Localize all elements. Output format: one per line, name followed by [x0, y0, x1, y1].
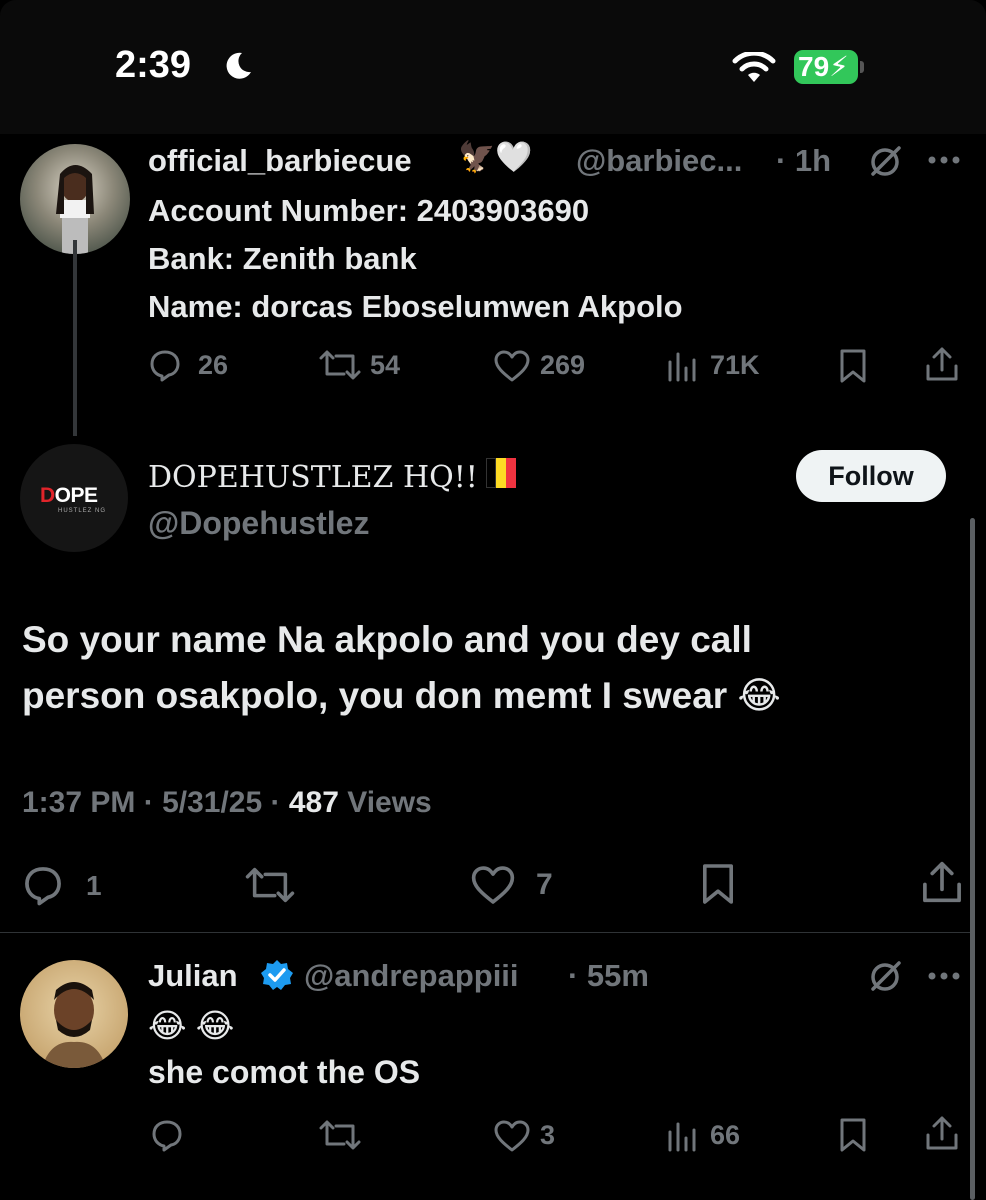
battery-indicator: 79⚡ [794, 50, 858, 84]
reply-button[interactable] [22, 864, 64, 906]
main-avatar[interactable]: DOPE HUSTLEZ NG [20, 444, 128, 552]
views-count: 71K [710, 350, 760, 380]
views-count: 66 [710, 1120, 741, 1150]
post-date[interactable]: 5/31/25 [162, 786, 262, 819]
reply-text-line2: she comot the OS [148, 1054, 421, 1090]
parent-avatar[interactable] [20, 144, 130, 254]
reply-avatar[interactable] [20, 960, 128, 1068]
like-count: 7 [536, 868, 553, 901]
repost-button[interactable] [318, 1118, 362, 1152]
main-display-name[interactable]: DOPEHUSTLEZ HQ!! [148, 460, 478, 495]
reply-button[interactable] [148, 348, 182, 382]
main-post-text-line1: So your name Na akpolo and you dey call [22, 619, 752, 660]
moon-icon [222, 50, 254, 82]
reply-handle[interactable]: @andrepappiii [304, 958, 519, 994]
more-options-icon[interactable] [927, 155, 961, 165]
views-icon[interactable] [666, 350, 696, 382]
reply-count: 1 [86, 870, 102, 901]
repost-button[interactable] [318, 348, 362, 382]
grok-icon[interactable] [866, 143, 904, 181]
bookmark-icon[interactable] [838, 1117, 868, 1153]
main-post-text-line2: person osakpolo, you don memt I swear 😂 [22, 675, 781, 716]
parent-display-name[interactable]: official_barbiecue [148, 143, 412, 179]
repost-count: 54 [370, 350, 401, 380]
thread-line [73, 240, 77, 436]
like-button[interactable] [493, 349, 531, 383]
parent-text-line: Bank: Zenith bank [148, 241, 417, 276]
bookmark-icon[interactable] [700, 862, 736, 906]
parent-text-line: Name: dorcas Eboselumwen Akpolo [148, 289, 683, 324]
wifi-icon [732, 52, 776, 84]
more-options-icon[interactable] [927, 971, 961, 981]
views-label[interactable]: Views [347, 786, 432, 819]
like-count: 269 [540, 350, 586, 380]
avatar-logo: D [40, 484, 55, 507]
divider [0, 932, 972, 933]
parent-time[interactable]: · 1h [776, 143, 831, 179]
post-time[interactable]: 1:37 PM [22, 786, 135, 819]
main-handle[interactable]: @Dopehustlez [148, 505, 369, 542]
reply-button[interactable] [150, 1118, 184, 1152]
flag-emoji [486, 458, 516, 488]
scrollbar[interactable] [970, 518, 975, 1200]
share-icon[interactable] [920, 860, 964, 904]
battery-nub [860, 61, 864, 73]
reply-text-line1: 😂 😂 [148, 1007, 235, 1044]
verified-badge-icon [260, 958, 294, 992]
share-icon[interactable] [924, 346, 960, 382]
parent-text-line: Account Number: 2403903690 [148, 193, 590, 228]
like-button[interactable] [470, 864, 516, 906]
avatar-subtext: HUSTLEZ NG [58, 508, 107, 514]
share-icon[interactable] [924, 1115, 960, 1151]
bookmark-icon[interactable] [838, 348, 868, 384]
like-count: 3 [540, 1120, 556, 1150]
reply-time[interactable]: · 55m [568, 958, 649, 994]
reply-display-name[interactable]: Julian [148, 958, 238, 994]
follow-button[interactable]: Follow [796, 450, 946, 502]
views-count-main: 487 [288, 786, 339, 819]
avatar-logo-text: OPE [54, 484, 98, 507]
status-time: 2:39 [115, 44, 192, 86]
like-button[interactable] [493, 1119, 531, 1153]
parent-name-emojis: 🦅🤍 [458, 141, 533, 174]
views-icon[interactable] [666, 1120, 696, 1152]
repost-button[interactable] [244, 864, 296, 906]
parent-handle[interactable]: @barbiec... [576, 143, 742, 179]
grok-icon[interactable] [866, 958, 904, 996]
reply-count: 26 [198, 350, 229, 380]
